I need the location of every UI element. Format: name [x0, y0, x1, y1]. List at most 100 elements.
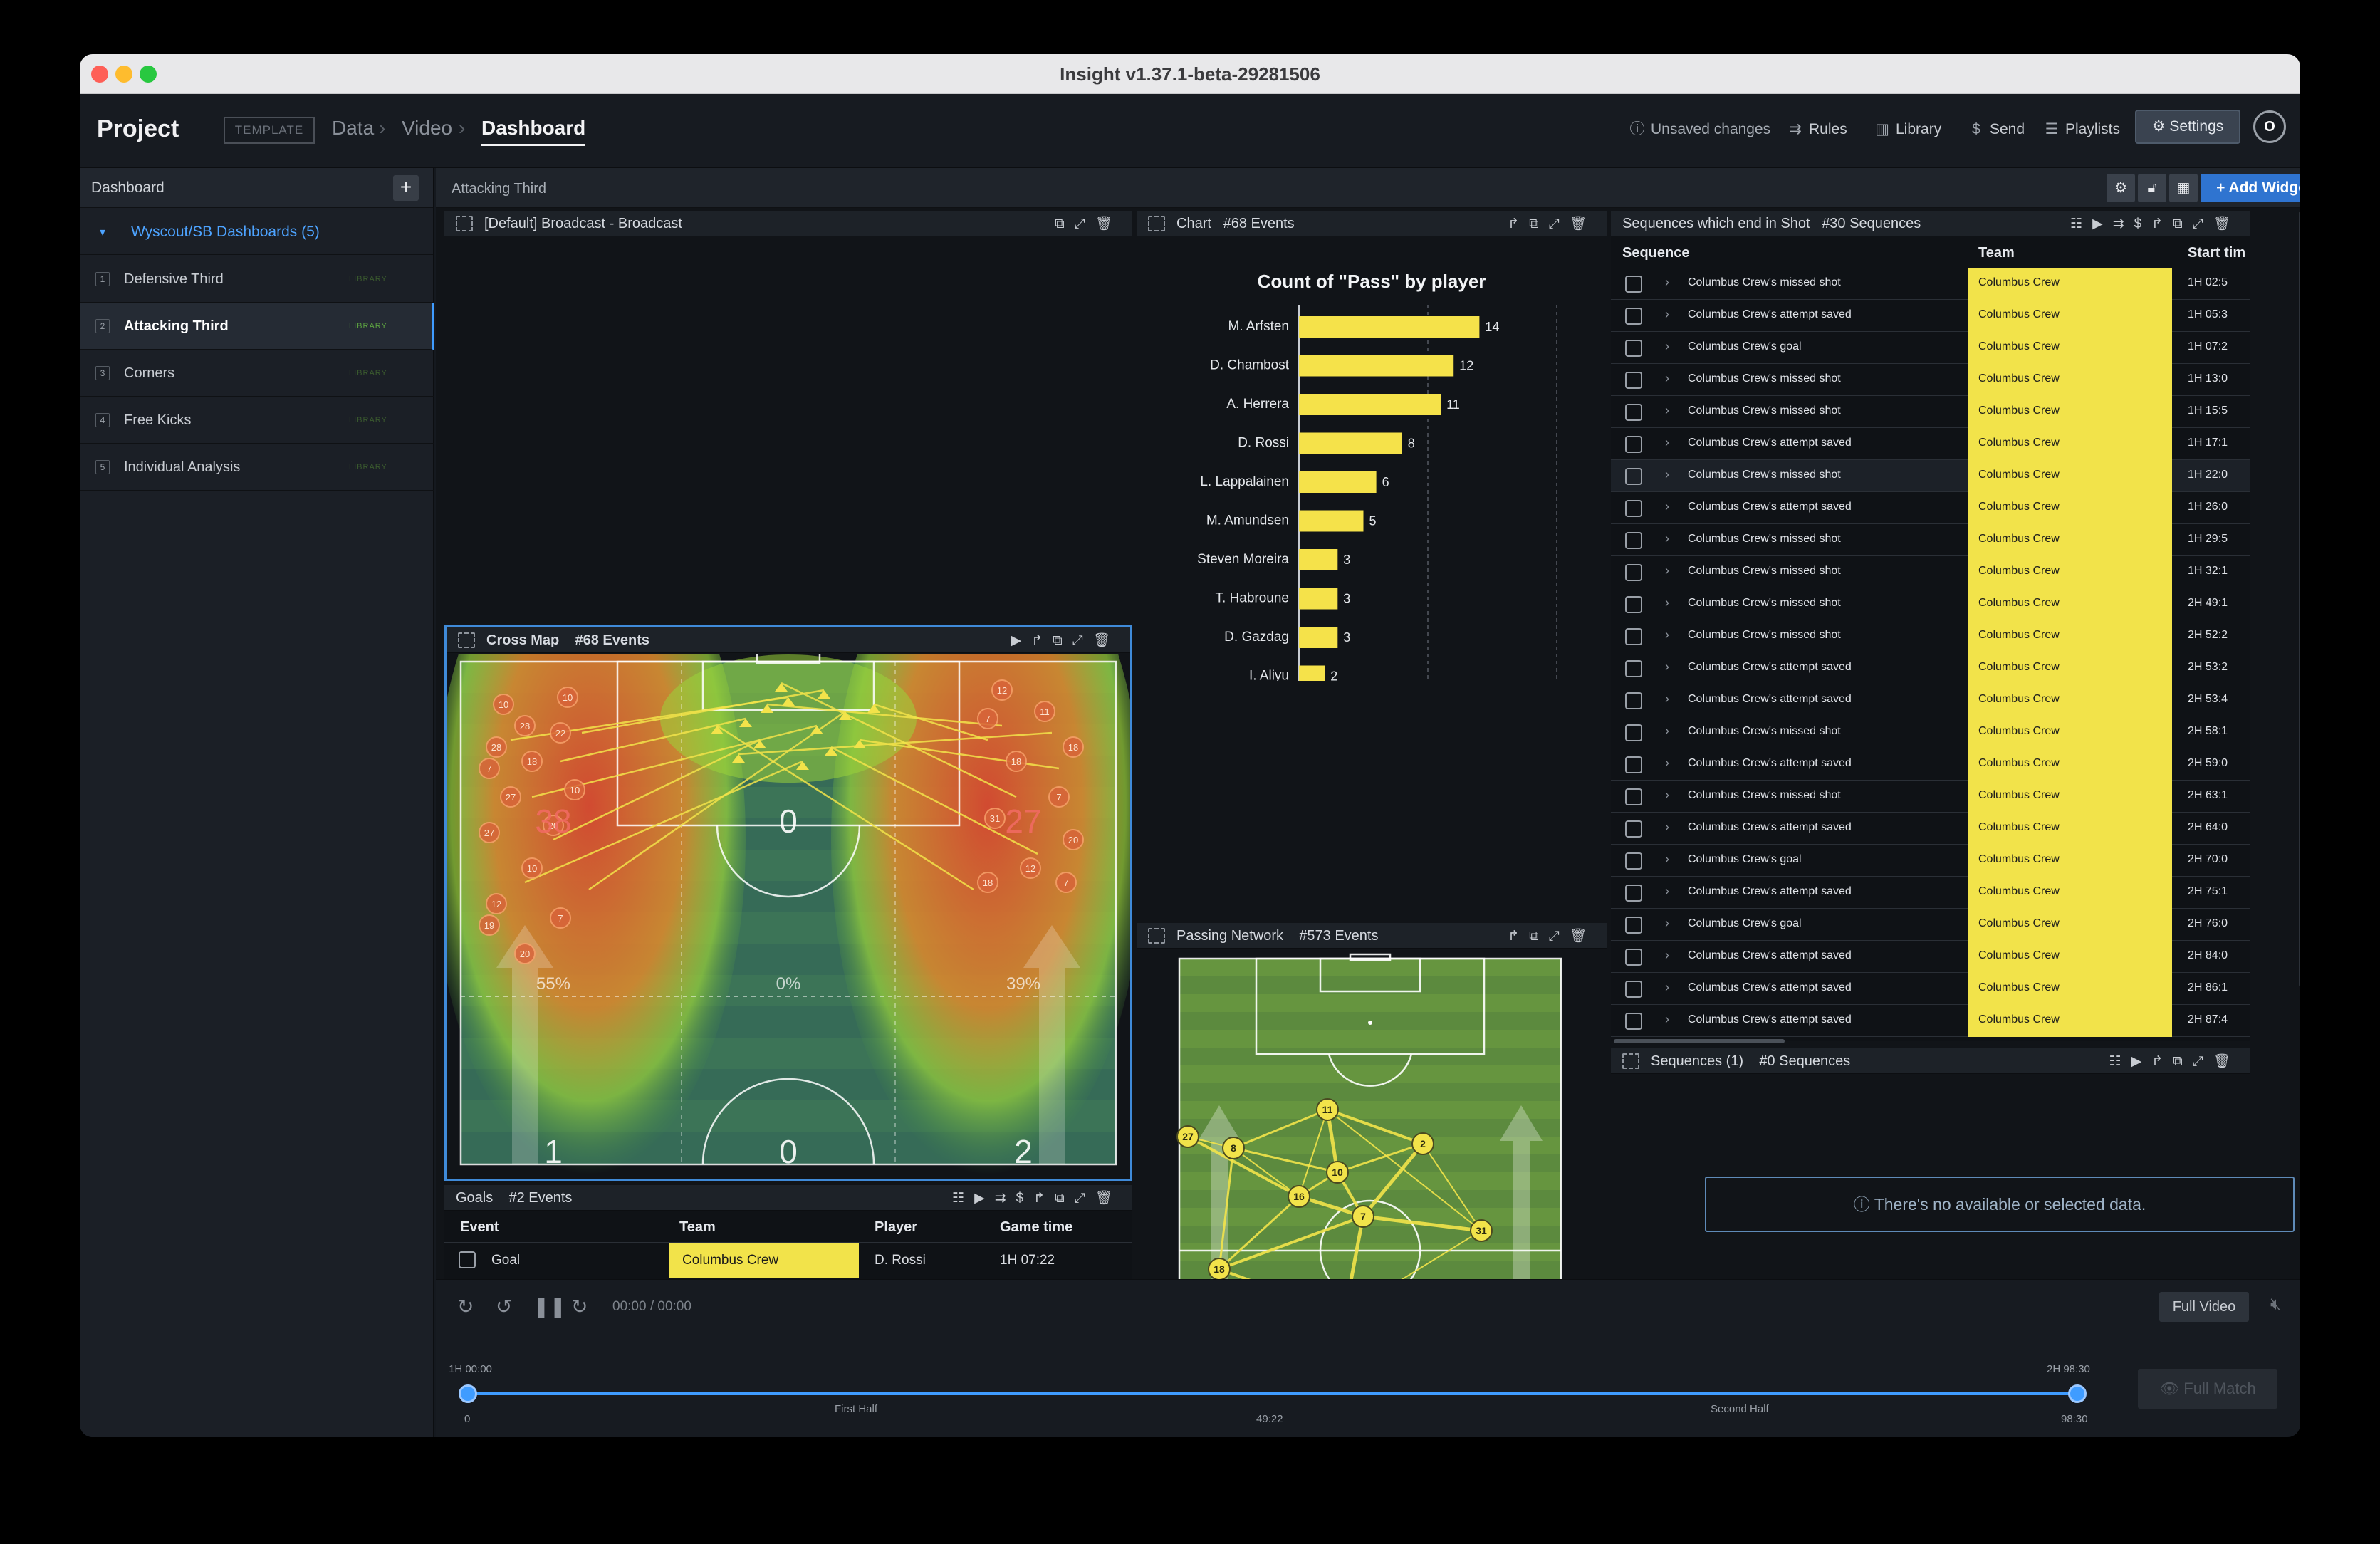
table-row[interactable]: › Columbus Crew's missed shot Columbus Cre…: [1611, 268, 2250, 300]
rules-button[interactable]: ⇉ Rules: [1787, 115, 1847, 144]
table-row[interactable]: › Columbus Crew's missed shot Columbus Cre…: [1611, 781, 2250, 813]
table-row[interactable]: › Columbus Crew's missed shot Columbus Cre…: [1611, 716, 2250, 748]
chevron-right-icon[interactable]: ›: [1665, 884, 1669, 899]
table-row[interactable]: › Columbus Crew's missed shot Columbus Cre…: [1611, 588, 2250, 620]
widget-actions[interactable]: ↱⧉⤢🗑︎: [1508, 215, 1597, 232]
table-row[interactable]: › Columbus Crew's attempt saved Columbus C…: [1611, 428, 2250, 460]
row-checkbox[interactable]: [1625, 724, 1642, 741]
timeline-start-handle[interactable]: [459, 1384, 477, 1403]
dashboard-settings-button[interactable]: ⚙: [2107, 174, 2135, 202]
chevron-right-icon[interactable]: ›: [1665, 467, 1669, 482]
table-row[interactable]: › Columbus Crew's missed shot Columbus Cre…: [1611, 524, 2250, 556]
sidebar-item-corners[interactable]: 3 Corners LIBRARY: [80, 350, 434, 397]
row-checkbox[interactable]: [1625, 596, 1642, 613]
settings-button[interactable]: ⚙ Settings: [2135, 110, 2240, 144]
column-header-event[interactable]: Event: [460, 1211, 499, 1242]
table-row[interactable]: › Columbus Crew's attempt saved Columbus C…: [1611, 652, 2250, 684]
chevron-right-icon[interactable]: ›: [1665, 820, 1669, 835]
row-checkbox[interactable]: [1625, 885, 1642, 902]
row-checkbox[interactable]: [1625, 500, 1642, 517]
timeline-track[interactable]: [467, 1392, 2078, 1395]
pause-icon[interactable]: ❚❚: [533, 1295, 566, 1318]
row-checkbox[interactable]: [1625, 660, 1642, 677]
sidebar-item-defensive-third[interactable]: 1 Defensive Third LIBRARY: [80, 256, 434, 303]
widget-actions[interactable]: ↱⧉⤢🗑︎: [1508, 927, 1597, 944]
chevron-right-icon[interactable]: ›: [1665, 916, 1669, 931]
chevron-right-icon[interactable]: ›: [1665, 627, 1669, 642]
widget-actions[interactable]: ☷▶↱⧉⤢🗑︎: [2109, 1053, 2240, 1070]
column-header-start-time[interactable]: Start time: [2188, 236, 2245, 268]
chevron-right-icon[interactable]: ›: [1665, 948, 1669, 963]
chevron-right-icon[interactable]: ›: [1665, 339, 1669, 354]
table-row[interactable]: › Columbus Crew's missed shot Columbus Cre…: [1611, 460, 2250, 492]
cross-map-pitch[interactable]: 1010282822718102727201012719201211718187…: [447, 654, 1130, 1180]
chevron-right-icon[interactable]: ›: [1665, 531, 1669, 546]
sidebar-item-free-kicks[interactable]: 4 Free Kicks LIBRARY: [80, 397, 434, 444]
row-checkbox[interactable]: [1625, 372, 1642, 389]
chevron-right-icon[interactable]: ›: [1665, 692, 1669, 706]
rewind-icon[interactable]: ↺: [496, 1295, 512, 1318]
chevron-right-icon[interactable]: ›: [1665, 499, 1669, 514]
widget-actions[interactable]: ▶↱⧉⤢🗑︎: [1011, 632, 1120, 649]
chevron-right-icon[interactable]: ›: [1665, 659, 1669, 674]
table-row[interactable]: › Columbus Crew's goal Columbus Crew 1H 07:…: [1611, 332, 2250, 364]
chevron-right-icon[interactable]: ›: [1665, 563, 1669, 578]
row-checkbox[interactable]: [1625, 917, 1642, 934]
row-checkbox[interactable]: [1625, 788, 1642, 805]
lock-button[interactable]: 🔓︎: [2138, 174, 2166, 202]
table-row[interactable]: › Columbus Crew's attempt saved Columbus C…: [1611, 941, 2250, 973]
row-checkbox[interactable]: [1625, 756, 1642, 773]
chevron-right-icon[interactable]: ›: [1665, 1012, 1669, 1027]
forward-icon[interactable]: ↻: [571, 1295, 588, 1318]
table-row[interactable]: › Columbus Crew's attempt saved Columbus C…: [1611, 877, 2250, 909]
row-checkbox[interactable]: [1625, 949, 1642, 966]
row-checkbox[interactable]: [1625, 436, 1642, 453]
restart-icon[interactable]: ↻: [457, 1295, 474, 1318]
chevron-right-icon[interactable]: ›: [1665, 307, 1669, 322]
row-checkbox[interactable]: [1625, 532, 1642, 549]
sidebar-item-attacking-third[interactable]: 2 Attacking Third LIBRARY: [80, 303, 434, 350]
row-checkbox[interactable]: [1625, 1013, 1642, 1030]
send-button[interactable]: $ Send: [1968, 115, 2025, 144]
chevron-right-icon[interactable]: ›: [1665, 403, 1669, 418]
table-row[interactable]: › Columbus Crew's goal Columbus Crew 2H 70:…: [1611, 845, 2250, 877]
row-checkbox[interactable]: [1625, 692, 1642, 709]
column-header-game-time[interactable]: Game time: [1000, 1211, 1072, 1242]
broadcast-video-area[interactable]: [444, 236, 1132, 625]
mute-icon[interactable]: 🔇︎: [2270, 1295, 2281, 1315]
table-row[interactable]: › Columbus Crew's attempt saved Columbus C…: [1611, 492, 2250, 524]
column-header-sequence[interactable]: Sequence: [1622, 236, 1689, 268]
widget-actions[interactable]: ☷▶⇉$↱⧉⤢🗑︎: [2070, 215, 2240, 232]
chevron-right-icon[interactable]: ›: [1665, 371, 1669, 386]
passing-network-pitch[interactable]: 11278210167311825: [1137, 949, 1607, 1279]
chevron-right-icon[interactable]: ›: [1665, 724, 1669, 739]
timeline-end-handle[interactable]: [2068, 1384, 2087, 1403]
row-checkbox[interactable]: [459, 1251, 476, 1268]
table-row[interactable]: › Columbus Crew's missed shot Columbus Cre…: [1611, 620, 2250, 652]
table-row[interactable]: › Columbus Crew's attempt saved Columbus C…: [1611, 973, 2250, 1005]
row-checkbox[interactable]: [1625, 628, 1642, 645]
breadcrumb-dashboard[interactable]: Dashboard: [481, 117, 586, 146]
row-checkbox[interactable]: [1625, 404, 1642, 421]
chevron-right-icon[interactable]: ›: [1665, 595, 1669, 610]
horizontal-scrollbar[interactable]: [1614, 1039, 1785, 1043]
row-checkbox[interactable]: [1625, 564, 1642, 581]
playlists-button[interactable]: ☰ Playlists: [2044, 115, 2120, 144]
table-row[interactable]: › Columbus Crew's attempt saved Columbus C…: [1611, 684, 2250, 716]
table-row[interactable]: › Columbus Crew's attempt saved Columbus C…: [1611, 813, 2250, 845]
sidebar-item-individual-analysis[interactable]: 5 Individual Analysis LIBRARY: [80, 444, 434, 491]
breadcrumb-data[interactable]: Data: [332, 117, 374, 140]
chevron-right-icon[interactable]: ›: [1665, 980, 1669, 995]
add-dashboard-button[interactable]: +: [393, 175, 419, 201]
column-header-player[interactable]: Player: [875, 1211, 917, 1242]
full-video-button[interactable]: Full Video: [2159, 1292, 2249, 1322]
widget-actions[interactable]: ☷▶⇉$↱⧉⤢🗑︎: [952, 1189, 1122, 1206]
table-row[interactable]: › Columbus Crew's missed shot Columbus Cre…: [1611, 396, 2250, 428]
row-checkbox[interactable]: [1625, 308, 1642, 325]
row-checkbox[interactable]: [1625, 276, 1642, 293]
library-button[interactable]: ▥ Library: [1874, 115, 1941, 144]
chevron-right-icon[interactable]: ›: [1665, 788, 1669, 803]
avatar[interactable]: O: [2253, 110, 2286, 143]
chevron-right-icon[interactable]: ›: [1665, 275, 1669, 290]
table-row[interactable]: › Columbus Crew's attempt saved Columbus C…: [1611, 748, 2250, 781]
